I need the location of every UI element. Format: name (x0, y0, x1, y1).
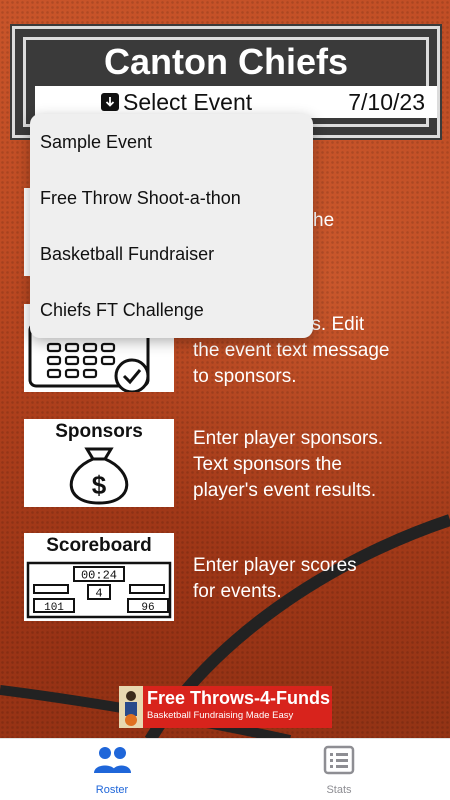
svg-text:101: 101 (44, 602, 64, 614)
tab-roster-label: Roster (95, 784, 129, 796)
svg-text:00:24: 00:24 (81, 569, 117, 583)
dropdown-item-sample-event[interactable]: Sample Event (30, 114, 313, 170)
tab-stats[interactable]: Stats (289, 745, 389, 796)
arrow-down-circle-icon (101, 93, 119, 111)
svg-text:4: 4 (95, 587, 102, 601)
page-title: Canton Chiefs (103, 41, 348, 82)
banner-subtitle: Basketball Fundraising Made Easy (147, 710, 294, 721)
promo-banner[interactable]: Free Throws-4-Funds Basketball Fundraisi… (119, 686, 332, 728)
scoreboard-card[interactable]: Scoreboard 00:24 4 101 96 (24, 533, 174, 621)
scoreboard-icon: 00:24 4 101 96 (26, 561, 172, 619)
sponsors-card[interactable]: Sponsors $ (24, 419, 174, 507)
dropdown-item-chiefs-ft-challenge[interactable]: Chiefs FT Challenge (30, 282, 313, 338)
sponsors-description: Enter player sponsors. Text sponsors the… (193, 428, 384, 501)
tab-roster[interactable]: Roster (62, 745, 162, 796)
svg-text:$: $ (92, 470, 107, 500)
banner-title: Free Throws-4-Funds (147, 688, 331, 708)
select-event-button[interactable]: Select Event (101, 89, 252, 116)
scoreboard-description: Enter player scores for events. (193, 555, 357, 602)
event-dropdown-menu: Sample Event Free Throw Shoot-a-thon Bas… (30, 114, 313, 338)
svg-text:96: 96 (141, 602, 154, 614)
dropdown-item-free-throw-shoot-a-thon[interactable]: Free Throw Shoot-a-thon (30, 170, 313, 226)
dropdown-item-basketball-fundraiser[interactable]: Basketball Fundraiser (30, 226, 313, 282)
tab-stats-label: Stats (326, 784, 352, 796)
people-icon (94, 747, 131, 773)
select-event-label: Select Event (123, 88, 253, 115)
tab-bar: Roster Stats (0, 738, 450, 800)
banner-logo (119, 686, 143, 728)
list-icon (323, 745, 355, 775)
money-bag-icon: $ (69, 447, 129, 505)
event-date: 7/10/23 (348, 88, 425, 115)
